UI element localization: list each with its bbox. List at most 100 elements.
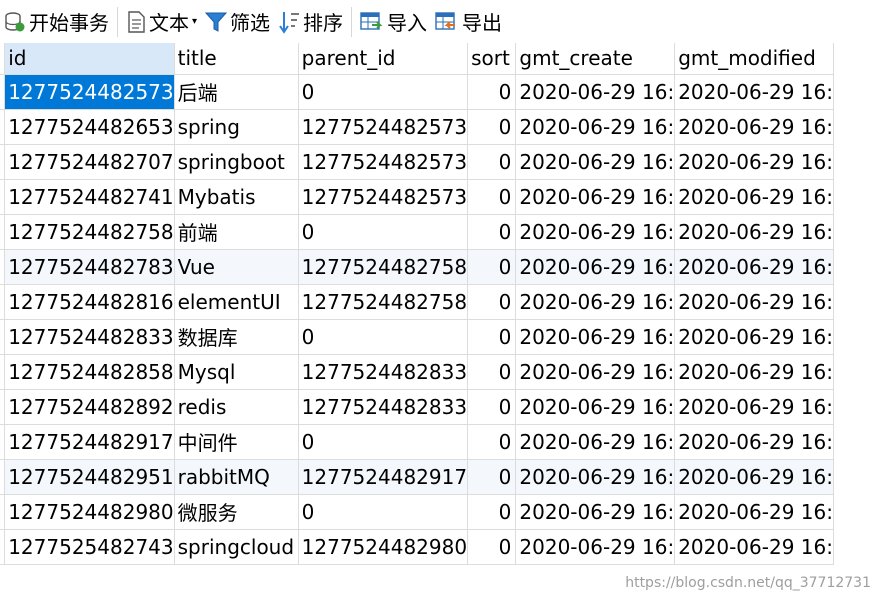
cell-title[interactable]: 前端 bbox=[174, 214, 299, 250]
cell-parent-id[interactable]: 0 bbox=[298, 74, 469, 110]
row-indicator[interactable] bbox=[0, 494, 6, 530]
cell-gmt-create[interactable]: 2020-06-29 16: bbox=[515, 144, 676, 180]
table-row[interactable]: 1277524482816 elementUI 1277524482758 0 … bbox=[0, 284, 834, 320]
cell-gmt-create[interactable]: 2020-06-29 16: bbox=[515, 494, 676, 530]
row-indicator[interactable] bbox=[0, 459, 6, 495]
cell-title[interactable]: spring bbox=[174, 109, 299, 145]
export-button[interactable]: 导出 bbox=[431, 0, 506, 43]
row-indicator[interactable] bbox=[0, 179, 6, 215]
column-header-gmt-modified[interactable]: gmt_modified bbox=[674, 43, 834, 75]
cell-sort[interactable]: 0 bbox=[467, 249, 517, 285]
cell-sort[interactable]: 0 bbox=[467, 389, 517, 425]
table-row[interactable]: 1277524482917 中间件 0 0 2020-06-29 16: 202… bbox=[0, 424, 834, 460]
cell-id[interactable]: 1277524482951 bbox=[4, 459, 175, 495]
cell-gmt-modified[interactable]: 2020-06-29 16: bbox=[674, 389, 834, 425]
cell-title[interactable]: 中间件 bbox=[174, 424, 299, 460]
cell-sort[interactable]: 0 bbox=[467, 214, 517, 250]
cell-sort[interactable]: 0 bbox=[467, 179, 517, 215]
cell-gmt-modified[interactable]: 2020-06-29 16: bbox=[674, 144, 834, 180]
cell-parent-id[interactable]: 1277524482758 bbox=[298, 284, 469, 320]
table-row[interactable]: 1277524482892 redis 1277524482833 0 2020… bbox=[0, 389, 834, 425]
cell-sort[interactable]: 0 bbox=[467, 144, 517, 180]
cell-title[interactable]: 后端 bbox=[174, 74, 299, 110]
row-indicator[interactable] bbox=[0, 144, 6, 180]
cell-id[interactable]: 1277524482917 bbox=[4, 424, 175, 460]
cell-sort[interactable]: 0 bbox=[467, 424, 517, 460]
table-row[interactable]: 1277524482758 前端 0 0 2020-06-29 16: 2020… bbox=[0, 214, 834, 250]
cell-gmt-create[interactable]: 2020-06-29 16: bbox=[515, 529, 676, 565]
cell-parent-id[interactable]: 1277524482573 bbox=[298, 179, 469, 215]
cell-gmt-modified[interactable]: 2020-06-29 16: bbox=[674, 109, 834, 145]
cell-id[interactable]: 1277524482783 bbox=[4, 249, 175, 285]
cell-id[interactable]: 1277524482653 bbox=[4, 109, 175, 145]
cell-gmt-create[interactable]: 2020-06-29 16: bbox=[515, 179, 676, 215]
cell-gmt-modified[interactable]: 2020-06-29 16: bbox=[674, 249, 834, 285]
cell-gmt-modified[interactable]: 2020-06-29 16: bbox=[674, 319, 834, 355]
column-header-gmt-create[interactable]: gmt_create bbox=[515, 43, 676, 75]
row-indicator[interactable] bbox=[0, 319, 6, 355]
cell-parent-id[interactable]: 0 bbox=[298, 494, 469, 530]
column-header-sort[interactable]: sort bbox=[467, 43, 517, 75]
cell-parent-id[interactable]: 1277524482573 bbox=[298, 144, 469, 180]
text-button[interactable]: 文本 ▾ bbox=[122, 0, 201, 43]
cell-sort[interactable]: 0 bbox=[467, 354, 517, 390]
row-indicator[interactable] bbox=[0, 529, 6, 565]
cell-gmt-create[interactable]: 2020-06-29 16: bbox=[515, 319, 676, 355]
cell-gmt-create[interactable]: 2020-06-29 16: bbox=[515, 109, 676, 145]
table-row[interactable]: 1277524482653 spring 1277524482573 0 202… bbox=[0, 109, 834, 145]
cell-id[interactable]: 1277524482980 bbox=[4, 494, 175, 530]
row-indicator[interactable] bbox=[0, 249, 6, 285]
cell-sort[interactable]: 0 bbox=[467, 284, 517, 320]
cell-sort[interactable]: 0 bbox=[467, 459, 517, 495]
cell-gmt-modified[interactable]: 2020-06-29 16: bbox=[674, 354, 834, 390]
table-row[interactable]: 1277524482858 Mysql 1277524482833 0 2020… bbox=[0, 354, 834, 390]
cell-parent-id[interactable]: 1277524482573 bbox=[298, 109, 469, 145]
table-row[interactable]: 1277524482741 Mybatis 1277524482573 0 20… bbox=[0, 179, 834, 215]
cell-parent-id[interactable]: 0 bbox=[298, 424, 469, 460]
cell-sort[interactable]: 0 bbox=[467, 494, 517, 530]
cell-parent-id[interactable]: 1277524482833 bbox=[298, 389, 469, 425]
cell-title[interactable]: rabbitMQ bbox=[174, 459, 299, 495]
cell-id[interactable]: 1277524482741 bbox=[4, 179, 175, 215]
table-row[interactable]: 1277524482783 Vue 1277524482758 0 2020-0… bbox=[0, 249, 834, 285]
cell-title[interactable]: Vue bbox=[174, 249, 299, 285]
cell-gmt-create[interactable]: 2020-06-29 16: bbox=[515, 284, 676, 320]
cell-title[interactable]: springcloud bbox=[174, 529, 299, 565]
cell-gmt-create[interactable]: 2020-06-29 16: bbox=[515, 389, 676, 425]
cell-gmt-modified[interactable]: 2020-06-29 16: bbox=[674, 214, 834, 250]
cell-title[interactable]: redis bbox=[174, 389, 299, 425]
column-header-id[interactable]: id bbox=[4, 43, 175, 75]
cell-id[interactable]: 1277525482743 bbox=[4, 529, 175, 565]
begin-transaction-button[interactable]: 开始事务 bbox=[0, 0, 113, 43]
cell-gmt-modified[interactable]: 2020-06-29 16: bbox=[674, 284, 834, 320]
cell-title[interactable]: springboot bbox=[174, 144, 299, 180]
cell-gmt-modified[interactable]: 2020-06-29 16: bbox=[674, 424, 834, 460]
cell-gmt-modified[interactable]: 2020-06-29 16: bbox=[674, 459, 834, 495]
cell-title[interactable]: 数据库 bbox=[174, 319, 299, 355]
row-indicator[interactable] bbox=[0, 424, 6, 460]
row-indicator[interactable] bbox=[0, 284, 6, 320]
cell-parent-id[interactable]: 1277524482758 bbox=[298, 249, 469, 285]
table-row[interactable]: 1277524482951 rabbitMQ 1277524482917 0 2… bbox=[0, 459, 834, 495]
cell-title[interactable]: 微服务 bbox=[174, 494, 299, 530]
table-row[interactable]: 1277524482707 springboot 1277524482573 0… bbox=[0, 144, 834, 180]
row-indicator[interactable] bbox=[0, 354, 6, 390]
row-indicator[interactable] bbox=[0, 389, 6, 425]
cell-title[interactable]: elementUI bbox=[174, 284, 299, 320]
table-row[interactable]: 1277525482743 springcloud 1277524482980 … bbox=[0, 529, 834, 565]
cell-gmt-modified[interactable]: 2020-06-29 16: bbox=[674, 74, 834, 110]
cell-gmt-create[interactable]: 2020-06-29 16: bbox=[515, 249, 676, 285]
cell-id[interactable]: 1277524482707 bbox=[4, 144, 175, 180]
cell-id[interactable]: 1277524482892 bbox=[4, 389, 175, 425]
column-header-title[interactable]: title bbox=[174, 43, 299, 75]
cell-gmt-modified[interactable]: 2020-06-29 16: bbox=[674, 529, 834, 565]
table-row[interactable]: 1277524482980 微服务 0 0 2020-06-29 16: 202… bbox=[0, 494, 834, 530]
table-row[interactable]: 1277524482833 数据库 0 0 2020-06-29 16: 202… bbox=[0, 319, 834, 355]
table-row[interactable]: 1277524482573 后端 0 0 2020-06-29 16: 2020… bbox=[0, 74, 834, 110]
filter-button[interactable]: 筛选 bbox=[201, 0, 274, 43]
cell-parent-id[interactable]: 0 bbox=[298, 319, 469, 355]
cell-parent-id[interactable]: 0 bbox=[298, 214, 469, 250]
cell-parent-id[interactable]: 1277524482917 bbox=[298, 459, 469, 495]
cell-id[interactable]: 1277524482816 bbox=[4, 284, 175, 320]
row-indicator[interactable] bbox=[0, 214, 6, 250]
